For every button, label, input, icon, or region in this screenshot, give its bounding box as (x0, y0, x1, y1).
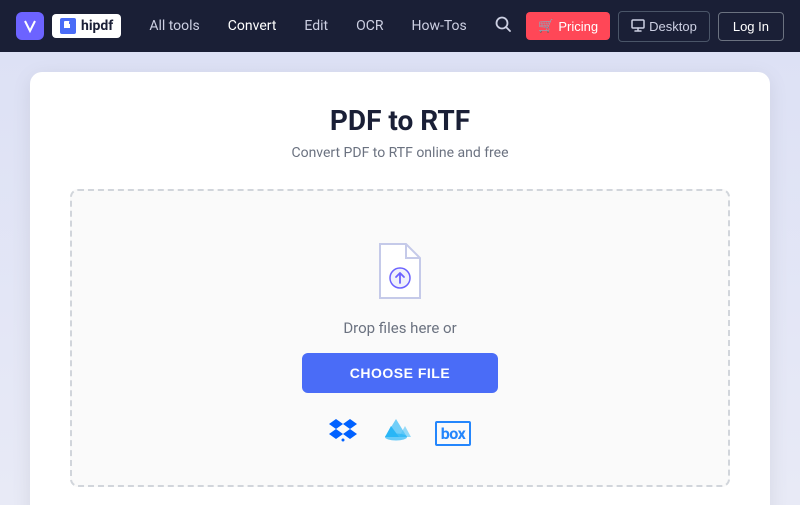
main-area: PDF to RTF Convert PDF to RTF online and… (0, 52, 800, 505)
nav-links: All tools Convert Edit OCR How-Tos (137, 12, 488, 40)
choose-file-button[interactable]: CHOOSE FILE (302, 353, 498, 393)
nav-ocr[interactable]: OCR (344, 12, 395, 40)
nav-edit[interactable]: Edit (292, 12, 340, 40)
hipdf-text: hipdf (81, 18, 113, 34)
desktop-label: Desktop (649, 19, 697, 34)
main-card: PDF to RTF Convert PDF to RTF online and… (30, 72, 770, 505)
hipdf-icon (60, 18, 76, 34)
page-title: PDF to RTF (70, 104, 730, 137)
nav-convert[interactable]: Convert (216, 12, 289, 40)
nav-howtos[interactable]: How-Tos (400, 12, 479, 40)
box-icon[interactable]: box (435, 421, 472, 446)
desktop-button[interactable]: Desktop (618, 11, 710, 42)
login-button[interactable]: Log In (718, 12, 784, 41)
upload-dropzone[interactable]: Drop files here or CHOOSE FILE (70, 189, 730, 487)
page-subtitle: Convert PDF to RTF online and free (70, 145, 730, 161)
nav-all-tools[interactable]: All tools (137, 12, 211, 40)
navbar: hipdf All tools Convert Edit OCR How-Tos… (0, 0, 800, 52)
pricing-label: Pricing (558, 19, 598, 34)
cloud-services: box (329, 417, 472, 449)
pricing-cart-icon: 🛒 (538, 18, 554, 34)
pricing-button[interactable]: 🛒 Pricing (526, 12, 610, 40)
cloud-upload-icon[interactable] (381, 417, 411, 449)
search-icon[interactable] (488, 9, 518, 43)
dropbox-icon[interactable] (329, 417, 357, 449)
hipdf-logo[interactable]: hipdf (52, 14, 121, 38)
drop-text: Drop files here or (343, 319, 456, 337)
upload-icon (372, 239, 428, 303)
brand-logo[interactable] (16, 12, 44, 40)
wondershare-icon (16, 12, 44, 40)
nav-right: 🛒 Pricing Desktop Log In (488, 9, 784, 43)
desktop-icon (631, 18, 645, 35)
